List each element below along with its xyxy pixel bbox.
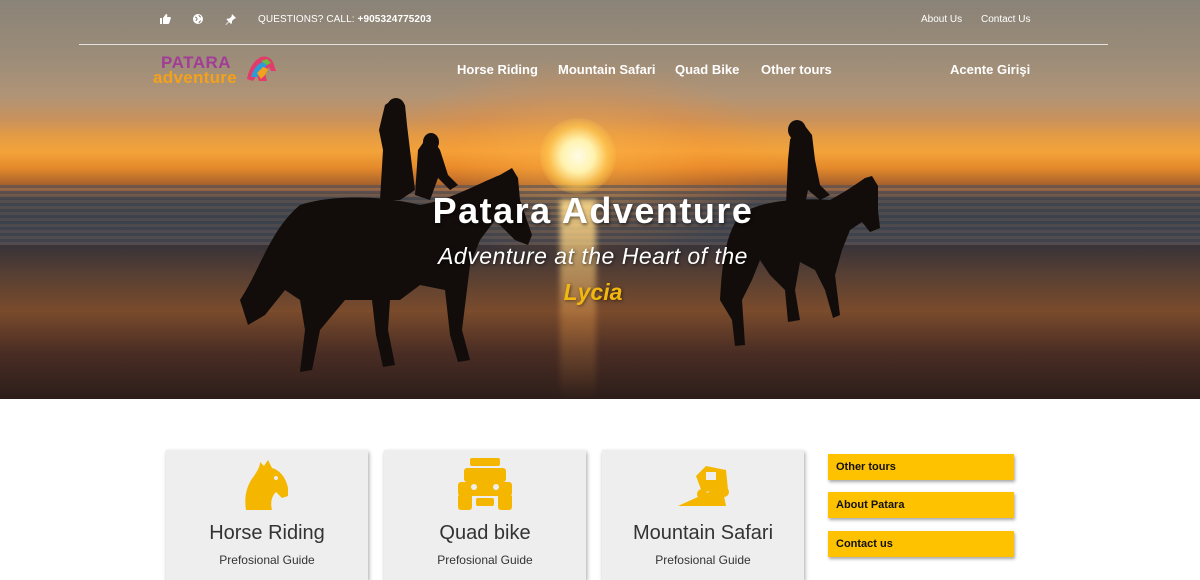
hero-subtitle: Adventure at the Heart of the <box>438 243 748 269</box>
card-subtitle: Prefosional Guide <box>655 553 751 567</box>
card-title: Horse Riding <box>209 522 325 544</box>
logo-text-adventure: adventure <box>153 68 237 87</box>
contact-us-button[interactable]: Contact us <box>828 531 1014 557</box>
card-subtitle: Prefosional Guide <box>219 553 315 567</box>
pin-icon[interactable] <box>224 13 238 27</box>
logo-mark-icon <box>247 56 276 81</box>
other-tours-button[interactable]: Other tours <box>828 454 1014 480</box>
logo[interactable]: PATARA adventure <box>151 52 279 90</box>
nav-mountain-safari[interactable]: Mountain Safari <box>558 62 656 77</box>
phone-contact: QUESTIONS? CALL: +905324775203 <box>258 14 431 25</box>
quad-bike-icon <box>458 458 512 510</box>
card-title: Quad bike <box>439 522 531 544</box>
card-quad-bike[interactable]: Quad bike Prefosional Guide <box>384 450 586 580</box>
agent-login-link[interactable]: Acente Girişi <box>950 62 1030 77</box>
jeep-icon <box>678 466 729 506</box>
about-patara-button[interactable]: About Patara <box>828 492 1014 518</box>
questions-label: QUESTIONS? CALL: <box>258 14 355 25</box>
nav-quad-bike[interactable]: Quad Bike <box>675 62 739 77</box>
header-divider <box>79 44 1108 45</box>
top-bar: QUESTIONS? CALL: +905324775203 About Us … <box>0 0 1200 45</box>
about-us-link[interactable]: About Us <box>921 14 962 25</box>
phone-number[interactable]: +905324775203 <box>358 14 432 25</box>
contact-us-link[interactable]: Contact Us <box>981 14 1030 25</box>
globe-icon[interactable] <box>191 13 205 27</box>
card-horse-riding[interactable]: Horse Riding Prefosional Guide <box>166 450 368 580</box>
card-subtitle: Prefosional Guide <box>437 553 533 567</box>
nav-horse-riding[interactable]: Horse Riding <box>457 62 538 77</box>
card-title: Mountain Safari <box>632 522 774 544</box>
thumbs-up-icon[interactable] <box>158 13 172 27</box>
hero-subtitle-highlight: Lycia <box>563 279 623 305</box>
nav-other-tours[interactable]: Other tours <box>761 62 832 77</box>
hero-title: Patara Adventure <box>432 190 754 231</box>
horse-head-icon <box>245 460 288 510</box>
card-mountain-safari[interactable]: Mountain Safari Prefosional Guide <box>602 450 804 580</box>
